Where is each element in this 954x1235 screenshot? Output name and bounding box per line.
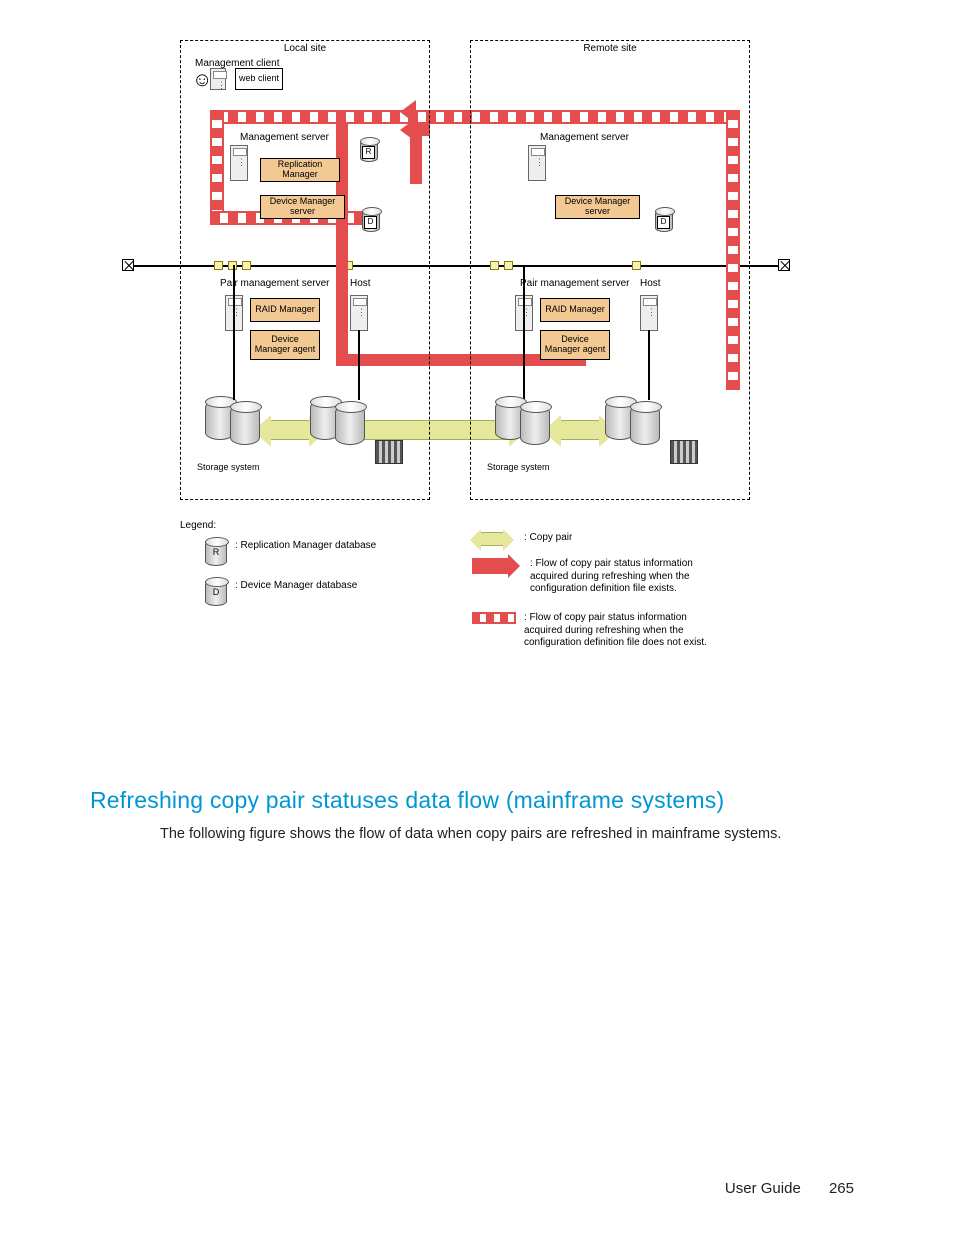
- management-server-local-label: Management server: [240, 132, 329, 143]
- raid-manager-box: RAID Manager: [540, 298, 610, 322]
- legend-text: : Device Manager database: [235, 580, 357, 593]
- disk-rack-icon: [670, 440, 698, 464]
- network-endpoint-icon: [122, 259, 134, 271]
- remote-site-label: Remote site: [471, 43, 749, 54]
- page-footer: User Guide 265: [725, 1180, 854, 1197]
- connector-line: [523, 265, 525, 400]
- footer-doc-title: User Guide: [725, 1180, 801, 1197]
- footer-page-number: 265: [829, 1180, 854, 1197]
- legend-title: Legend:: [180, 520, 216, 531]
- pair-mgmt-server-label: Pair management server: [520, 278, 630, 289]
- management-server-remote-label: Management server: [540, 132, 629, 143]
- server-icon: [528, 145, 546, 181]
- db-letter: R: [362, 146, 375, 159]
- db-letter: D: [364, 216, 377, 229]
- connector-line: [233, 265, 235, 400]
- raid-manager-box: RAID Manager: [250, 298, 320, 322]
- legend-text: : Replication Manager database: [235, 540, 376, 553]
- device-manager-agent-box: Device Manager agent: [540, 330, 610, 360]
- section-body: The following figure shows the flow of d…: [160, 826, 781, 842]
- legend-device-db: D : Device Manager database: [205, 580, 357, 606]
- storage-system-label: Storage system: [195, 460, 295, 476]
- storage-cylinder-icon: [520, 405, 550, 445]
- replication-manager-box: Replication Manager: [260, 158, 340, 182]
- dashed-arrow-icon: [472, 612, 516, 624]
- server-icon: [230, 145, 248, 181]
- client-pc-icon: [210, 68, 226, 90]
- copy-pair-arrow-icon: [480, 532, 504, 546]
- connector-line: [358, 330, 360, 400]
- legend-text: : Copy pair: [524, 532, 572, 545]
- storage-cylinder-icon: [230, 405, 260, 445]
- cylinder-icon: D: [205, 580, 227, 606]
- storage-cylinder-icon: [335, 405, 365, 445]
- storage-system-label: Storage system: [485, 460, 585, 476]
- host-icon: [640, 295, 658, 331]
- local-site-label: Local site: [181, 43, 429, 54]
- architecture-diagram: Local site Management client ☺ web clien…: [150, 40, 770, 510]
- device-manager-server-box: Device Manager server: [555, 195, 640, 219]
- legend-text: : Flow of copy pair status information a…: [524, 612, 724, 650]
- host-label: Host: [640, 278, 661, 289]
- storage-cylinder-icon: [630, 405, 660, 445]
- device-manager-agent-box: Device Manager agent: [250, 330, 320, 360]
- host-label: Host: [350, 278, 371, 289]
- pair-mgmt-server-label: Pair management server: [220, 278, 330, 289]
- device-manager-server-box: Device Manager server: [260, 195, 345, 219]
- web-client-box: web client: [235, 68, 283, 90]
- section-heading: Refreshing copy pair statuses data flow …: [90, 787, 724, 814]
- legend-flow-solid: : Flow of copy pair status information a…: [472, 558, 730, 596]
- solid-arrow-icon: [472, 558, 508, 574]
- cylinder-icon: R: [205, 540, 227, 566]
- legend-copy-pair: : Copy pair: [480, 532, 572, 546]
- legend-flow-dash: : Flow of copy pair status information a…: [472, 612, 724, 650]
- disk-rack-icon: [375, 440, 403, 464]
- legend-text: : Flow of copy pair status information a…: [530, 558, 730, 596]
- legend-replication-db: R : Replication Manager database: [205, 540, 376, 566]
- db-letter: D: [657, 216, 670, 229]
- network-endpoint-icon: [778, 259, 790, 271]
- host-icon: [350, 295, 368, 331]
- connector-line: [648, 330, 650, 400]
